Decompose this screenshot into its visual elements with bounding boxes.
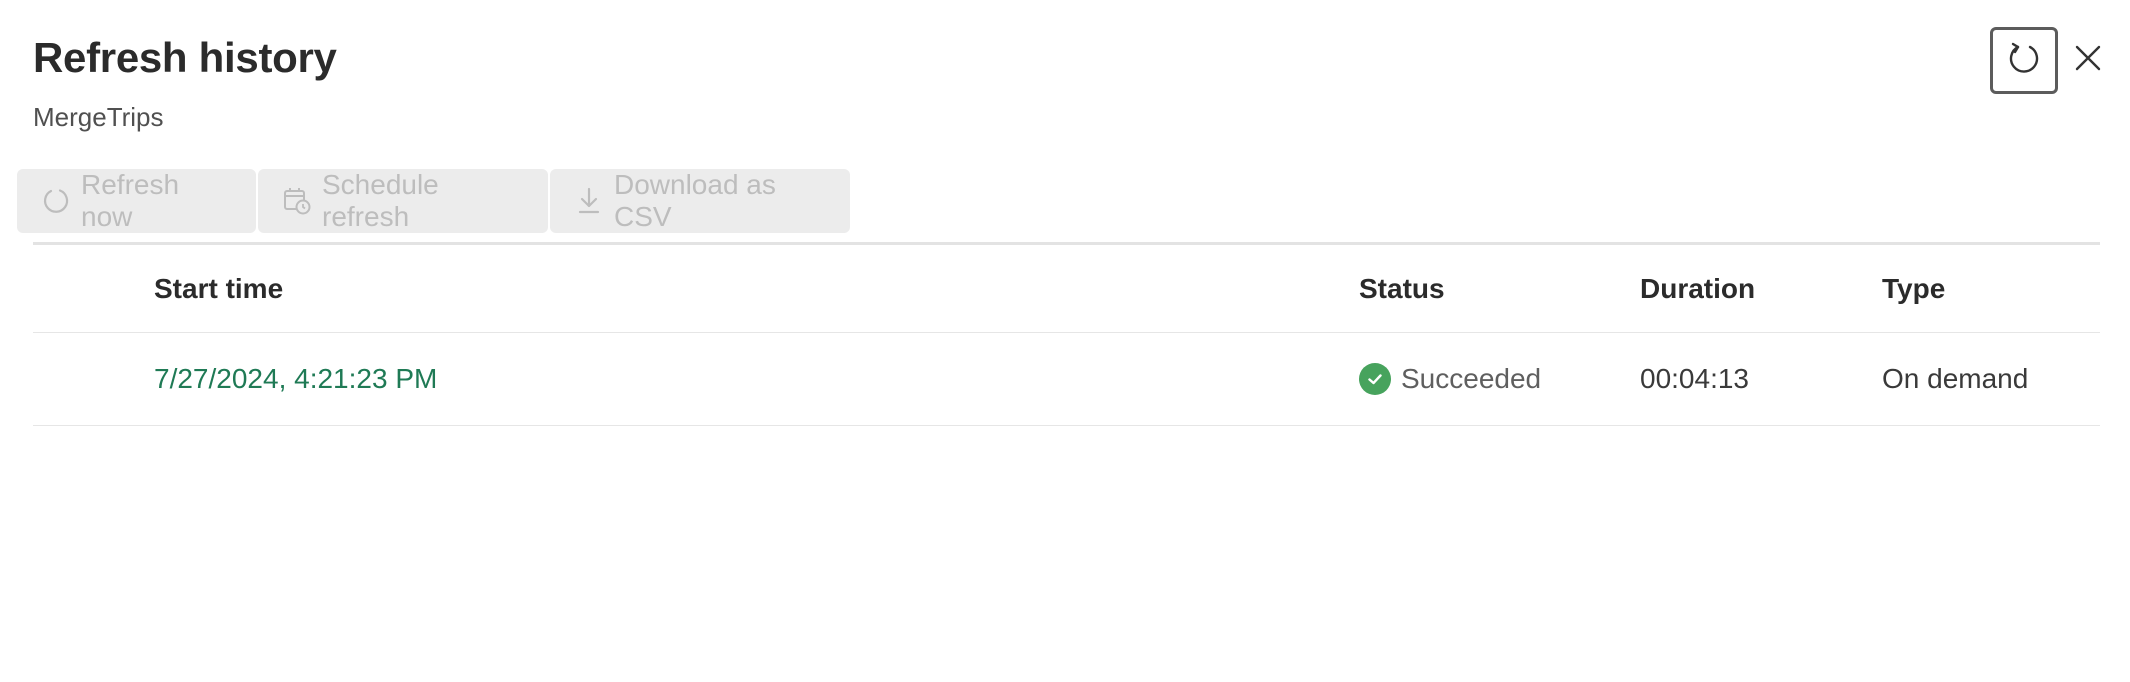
duration-cell: 00:04:13 <box>1640 363 1749 394</box>
schedule-refresh-button[interactable]: Schedule refresh <box>258 169 548 233</box>
calendar-clock-icon <box>282 186 312 216</box>
download-csv-label: Download as CSV <box>614 169 776 232</box>
close-button[interactable] <box>2066 38 2110 82</box>
refresh-now-button[interactable]: Refresh now <box>17 169 256 233</box>
column-header-duration[interactable]: Duration <box>1640 245 1755 332</box>
status-text: Succeeded <box>1401 363 1542 394</box>
schedule-refresh-label: Schedule refresh <box>322 169 439 232</box>
refresh-now-label: Refresh now <box>81 169 180 232</box>
column-header-type[interactable]: Type <box>1882 245 1945 332</box>
refresh-icon <box>41 186 71 216</box>
table-header-row: Start time Status Duration Type <box>33 245 2100 333</box>
start-time-cell: 7/27/2024, 4:21:23 PM <box>154 333 437 425</box>
table-row: 7/27/2024, 4:21:23 PM Succeeded 00:04:13… <box>33 333 2100 426</box>
toolbar: Refresh now Schedule refresh Download as… <box>17 169 850 233</box>
check-circle-icon <box>1359 363 1391 395</box>
panel-subtitle: MergeTrips <box>33 102 164 132</box>
column-header-status[interactable]: Status <box>1359 245 1445 332</box>
refresh-icon <box>2005 39 2043 82</box>
panel-title: Refresh history <box>33 34 337 81</box>
refresh-list-button[interactable] <box>1990 27 2058 94</box>
refresh-history-table: Start time Status Duration Type 7/27/202… <box>33 245 2100 426</box>
download-icon <box>574 186 604 216</box>
refresh-history-panel: Refresh history MergeTrips Refresh now S… <box>0 0 2130 682</box>
download-csv-button[interactable]: Download as CSV <box>550 169 850 233</box>
column-header-start-time[interactable]: Start time <box>154 245 283 332</box>
start-time-link[interactable]: 7/27/2024, 4:21:23 PM <box>154 363 437 395</box>
close-icon <box>2073 43 2103 78</box>
status-cell: Succeeded <box>1359 333 1541 425</box>
type-cell: On demand <box>1882 363 2029 394</box>
